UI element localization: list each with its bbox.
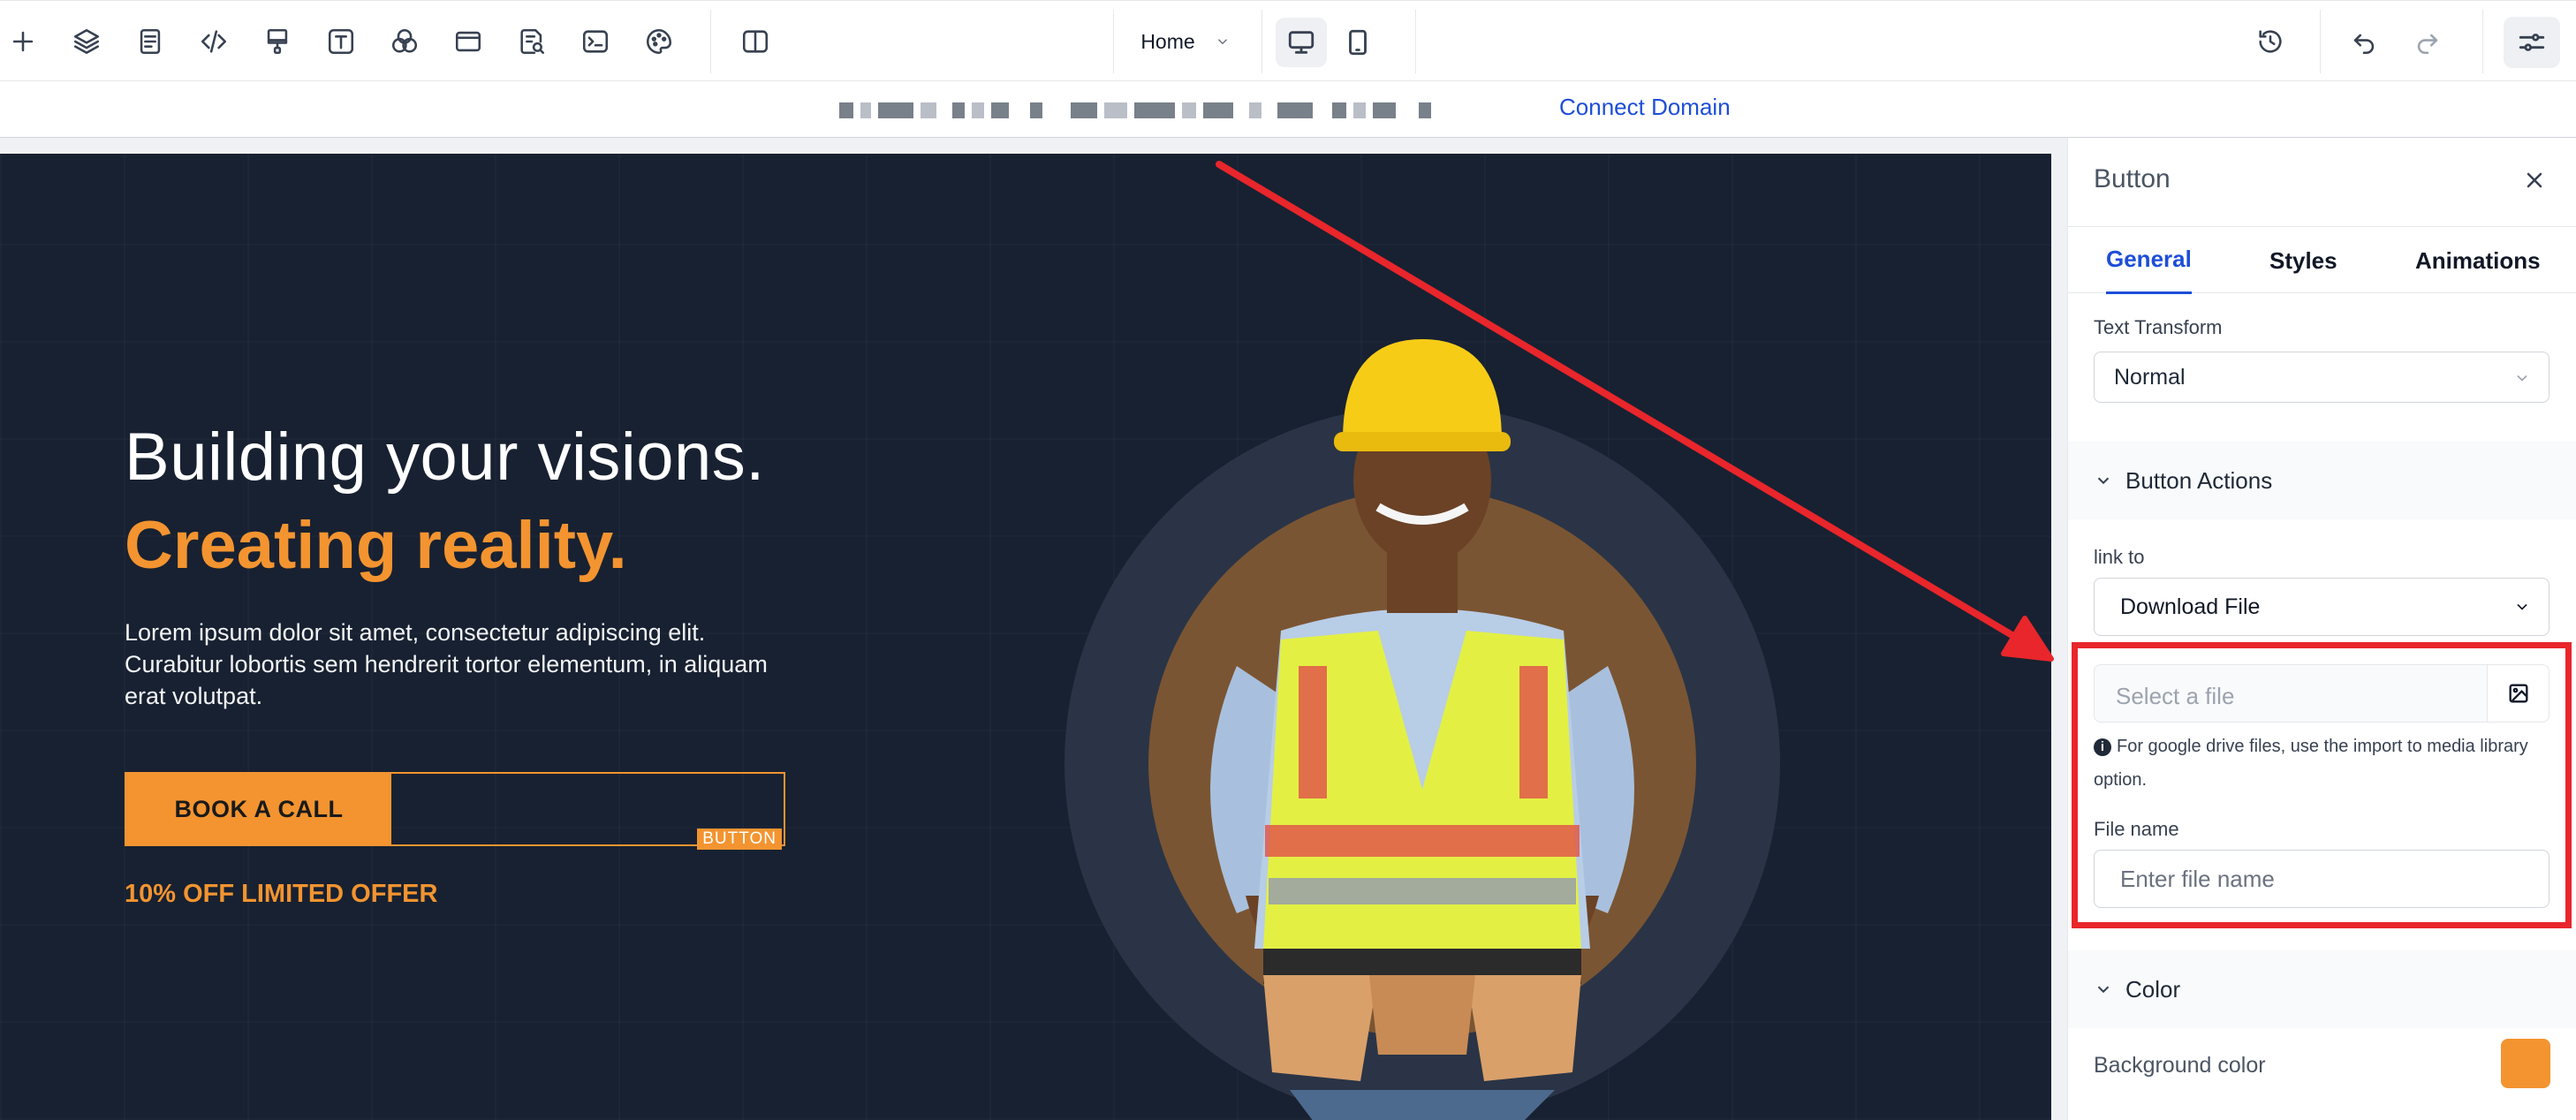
chevron-down-icon	[2097, 986, 2110, 994]
chevron-down-icon	[2097, 477, 2110, 485]
toolbar-divider	[2320, 10, 2321, 73]
text-transform-value: Normal	[2114, 364, 2186, 390]
page-selector-value: Home	[1140, 29, 1195, 53]
panel-tabs: General Styles Animations	[2068, 226, 2576, 294]
chevron-down-icon	[2517, 603, 2527, 610]
close-icon	[2527, 172, 2542, 188]
offer-text[interactable]: 10% OFF LIMITED OFFER	[125, 880, 437, 909]
worker-photo	[1064, 339, 1780, 1120]
desktop-icon	[1288, 31, 1315, 54]
toolbar-divider	[1415, 10, 1416, 73]
color-heading: Color	[2125, 975, 2181, 1003]
settings-button[interactable]	[2504, 17, 2560, 68]
mobile-view-button[interactable]	[1332, 18, 1383, 67]
background-color-label: Background color	[2094, 1053, 2266, 1078]
chevron-down-icon	[1217, 39, 1227, 45]
toolbar-divider	[710, 10, 711, 73]
book-a-call-button[interactable]: BOOK A CALL	[126, 774, 391, 844]
terminal-icon[interactable]	[574, 20, 617, 63]
page-selector[interactable]: Home	[1115, 17, 1256, 66]
toolbar-divider	[1113, 10, 1114, 73]
text-transform-label: Text Transform	[2094, 316, 2223, 338]
mobile-icon	[1349, 29, 1367, 56]
hero-title-line1[interactable]: Building your visions.	[125, 419, 765, 496]
element-type-tag: BUTTON	[697, 829, 782, 850]
text-transform-select[interactable]: Normal	[2094, 352, 2549, 403]
redo-icon[interactable]	[2406, 20, 2449, 63]
desktop-view-button[interactable]	[1276, 18, 1327, 67]
tab-styles[interactable]: Styles	[2269, 227, 2337, 294]
link-to-value: Download File	[2120, 594, 2261, 619]
add-icon[interactable]	[2, 20, 44, 63]
color-circles-icon[interactable]	[383, 20, 426, 63]
section-icon[interactable]	[447, 20, 489, 63]
site-url-bar: Connect Domain	[0, 81, 2576, 138]
paint-icon[interactable]	[256, 20, 299, 63]
connect-domain-link[interactable]: Connect Domain	[1559, 94, 1731, 121]
layers-icon[interactable]	[65, 20, 108, 63]
toolbar-divider	[2482, 10, 2483, 73]
button-actions-heading: Button Actions	[2125, 466, 2273, 494]
chevron-down-icon	[2517, 375, 2527, 382]
background-color-swatch[interactable]	[2501, 1039, 2550, 1088]
redacted-url	[839, 99, 1546, 122]
top-toolbar: Home	[0, 0, 2576, 81]
palette-icon[interactable]	[638, 20, 680, 63]
tab-general[interactable]: General	[2106, 227, 2192, 294]
toolbar-divider	[1261, 10, 1262, 73]
properties-panel: Button General Styles Animations Text Tr…	[2067, 138, 2576, 1120]
split-view-icon[interactable]	[734, 20, 777, 63]
selected-button-outline[interactable]: BOOK A CALL BUTTON	[125, 772, 785, 850]
panel-title: Button	[2094, 164, 2171, 193]
close-panel-button[interactable]	[2517, 163, 2552, 198]
hero-body-text[interactable]: Lorem ipsum dolor sit amet, consectetur …	[125, 617, 796, 712]
link-to-label: link to	[2094, 546, 2145, 568]
settings-sliders-icon	[2519, 34, 2545, 51]
tab-animations[interactable]: Animations	[2415, 227, 2541, 294]
history-icon[interactable]	[2249, 20, 2292, 63]
undo-icon[interactable]	[2343, 20, 2385, 63]
text-icon[interactable]	[320, 20, 362, 63]
hero-title-line2[interactable]: Creating reality.	[125, 507, 627, 584]
hero-section[interactable]: Building your visions. Creating reality.…	[0, 154, 2051, 1120]
device-switcher	[1276, 15, 1385, 70]
code-icon[interactable]	[193, 20, 235, 63]
pages-icon[interactable]	[129, 20, 171, 63]
button-actions-section-toggle[interactable]: Button Actions	[2068, 442, 2576, 519]
search-doc-icon[interactable]	[511, 20, 553, 63]
link-to-select[interactable]: Download File	[2094, 578, 2549, 636]
color-section-toggle[interactable]: Color	[2068, 950, 2576, 1028]
highlight-box	[2072, 642, 2572, 928]
